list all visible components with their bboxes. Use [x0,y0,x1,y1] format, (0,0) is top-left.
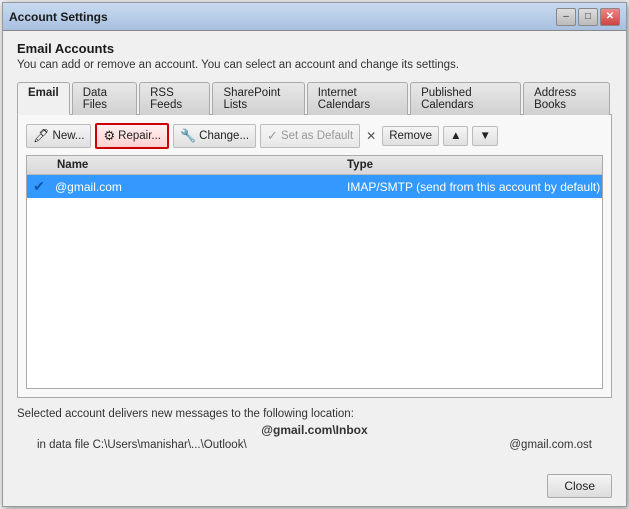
account-name: @gmail.com [51,180,347,194]
tab-email[interactable]: Email [17,82,70,115]
change-account-button[interactable]: 🔧 Change... [173,124,256,148]
table-row[interactable]: ✔ @gmail.com IMAP/SMTP (send from this a… [27,175,602,198]
default-account-icon: ✔ [27,178,51,195]
move-up-button[interactable]: ▲ [443,126,468,146]
move-down-button[interactable]: ▼ [472,126,497,146]
email-tab-panel: 🖊 New... ⚙ Repair... 🔧 Change... ✓ Set a… [17,115,612,398]
col-name-header: Name [27,159,347,171]
account-type: IMAP/SMTP (send from this account by def… [347,180,602,194]
col-type-header: Type [347,159,602,171]
tab-published-calendars[interactable]: Published Calendars [410,82,521,115]
footer-path-row: in data file C:\Users\manishar\...\Outlo… [17,439,612,451]
account-list: Name Type ✔ @gmail.com IMAP/SMTP (send f… [26,155,603,389]
tab-address-books[interactable]: Address Books [523,82,610,115]
title-bar-controls: – □ ✕ [556,8,620,26]
title-bar: Account Settings – □ ✕ [3,3,626,31]
repair-icon: ⚙ [103,128,115,144]
set-default-button[interactable]: ✓ Set as Default [260,124,360,148]
tab-internet-calendars[interactable]: Internet Calendars [307,82,408,115]
section-title: Email Accounts [17,41,612,56]
section-description: You can add or remove an account. You ca… [17,59,612,71]
bottom-bar: Close [3,466,626,506]
close-button[interactable]: Close [547,474,612,498]
change-icon: 🔧 [180,128,196,144]
account-list-header: Name Type [27,156,602,175]
main-content: Email Accounts You can add or remove an … [3,31,626,466]
window-title: Account Settings [9,10,108,24]
minimize-button[interactable]: – [556,8,576,26]
tab-sharepoint-lists[interactable]: SharePoint Lists [212,82,304,115]
accounts-toolbar: 🖊 New... ⚙ Repair... 🔧 Change... ✓ Set a… [26,123,603,149]
tab-bar: Email Data Files RSS Feeds SharePoint Li… [17,81,612,115]
window-close-button[interactable]: ✕ [600,8,620,26]
maximize-button[interactable]: □ [578,8,598,26]
new-account-button[interactable]: 🖊 New... [26,124,91,148]
default-icon: ✓ [267,128,278,144]
checkmark-icon: ✔ [33,178,45,195]
account-settings-window: Account Settings – □ ✕ Email Accounts Yo… [2,2,627,507]
remove-account-button[interactable]: Remove [382,126,439,146]
new-icon: 🖊 [33,128,50,144]
footer-label: Selected account delivers new messages t… [17,408,612,420]
tab-data-files[interactable]: Data Files [72,82,137,115]
repair-account-button[interactable]: ⚙ Repair... [95,123,168,149]
footer-info: Selected account delivers new messages t… [17,398,612,456]
tab-rss-feeds[interactable]: RSS Feeds [139,82,210,115]
footer-data-file-path: in data file C:\Users\manishar\...\Outlo… [37,439,247,451]
footer-ost-filename: @gmail.com.ost [509,439,592,451]
footer-location-name: @gmail.com\Inbox [17,423,612,437]
